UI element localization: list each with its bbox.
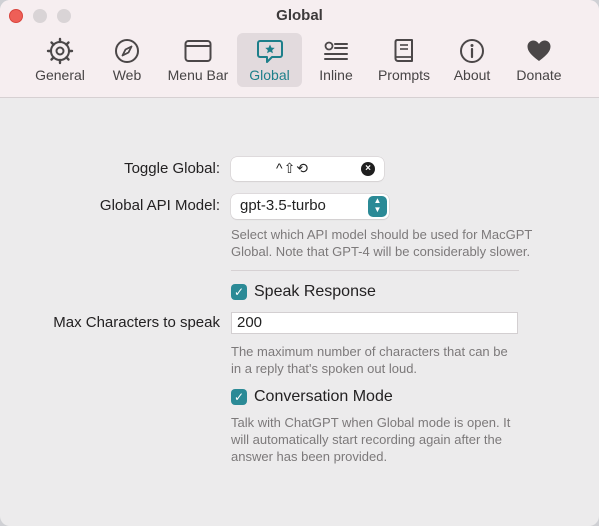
divider: [231, 270, 519, 271]
conversation-mode-checkbox[interactable]: ✓: [231, 389, 247, 405]
clear-shortcut-icon[interactable]: ×: [361, 162, 375, 176]
compass-icon: [112, 36, 142, 66]
speak-response-checkbox[interactable]: ✓: [231, 284, 247, 300]
api-model-value: gpt-3.5-turbo: [240, 197, 326, 214]
conversation-mode-label[interactable]: Conversation Mode: [254, 388, 393, 406]
max-characters-help: The maximum number of characters that ca…: [231, 344, 508, 376]
conversation-mode-help: Talk with ChatGPT when Global mode is op…: [231, 415, 511, 464]
toggle-global-shortcut-field[interactable]: ^⇧⟲ ×: [231, 157, 384, 181]
window-title: Global: [276, 7, 323, 24]
info-icon: [457, 36, 487, 66]
api-model-label: Global API Model:: [99, 197, 220, 214]
tab-about[interactable]: About: [451, 33, 493, 87]
window-icon: [183, 36, 213, 66]
tab-web[interactable]: Web: [106, 33, 148, 87]
max-characters-value: 200: [237, 314, 263, 331]
gear-icon: [45, 36, 75, 66]
tab-prompts[interactable]: Prompts: [374, 33, 434, 87]
toggle-global-label: Toggle Global:: [124, 160, 220, 177]
tab-donate[interactable]: Donate: [513, 33, 565, 87]
api-model-help: Select which API model should be used fo…: [231, 227, 533, 259]
chevron-up-down-icon: ▲ ▼: [368, 196, 387, 217]
list-icon: [321, 36, 351, 66]
tab-web-label: Web: [112, 67, 142, 83]
tab-prompts-label: Prompts: [377, 67, 431, 83]
tab-menu-bar-label: Menu Bar: [167, 67, 229, 83]
tab-menu-bar[interactable]: Menu Bar: [166, 33, 230, 87]
tab-donate-label: Donate: [516, 67, 562, 83]
tab-general[interactable]: General: [32, 33, 88, 87]
book-icon: [389, 36, 419, 66]
toolbar: Global General Web Menu Bar Global Inlin…: [0, 0, 599, 98]
max-characters-label: Max Characters to speak: [53, 314, 220, 331]
speak-response-label[interactable]: Speak Response: [254, 283, 376, 301]
tab-about-label: About: [453, 67, 491, 83]
tab-inline[interactable]: Inline: [316, 33, 356, 87]
preferences-window: Global General Web Menu Bar Global Inlin…: [0, 0, 599, 526]
tab-inline-label: Inline: [319, 67, 353, 83]
star-bubble-icon: [255, 36, 285, 66]
tab-global-label: Global: [249, 67, 290, 83]
api-model-select[interactable]: gpt-3.5-turbo ▲ ▼: [231, 194, 389, 219]
max-characters-input[interactable]: 200: [231, 312, 518, 334]
tab-global[interactable]: Global: [237, 33, 302, 87]
shortcut-keys: ^⇧⟲: [276, 160, 310, 176]
heart-icon: [524, 36, 554, 66]
tab-general-label: General: [35, 67, 85, 83]
